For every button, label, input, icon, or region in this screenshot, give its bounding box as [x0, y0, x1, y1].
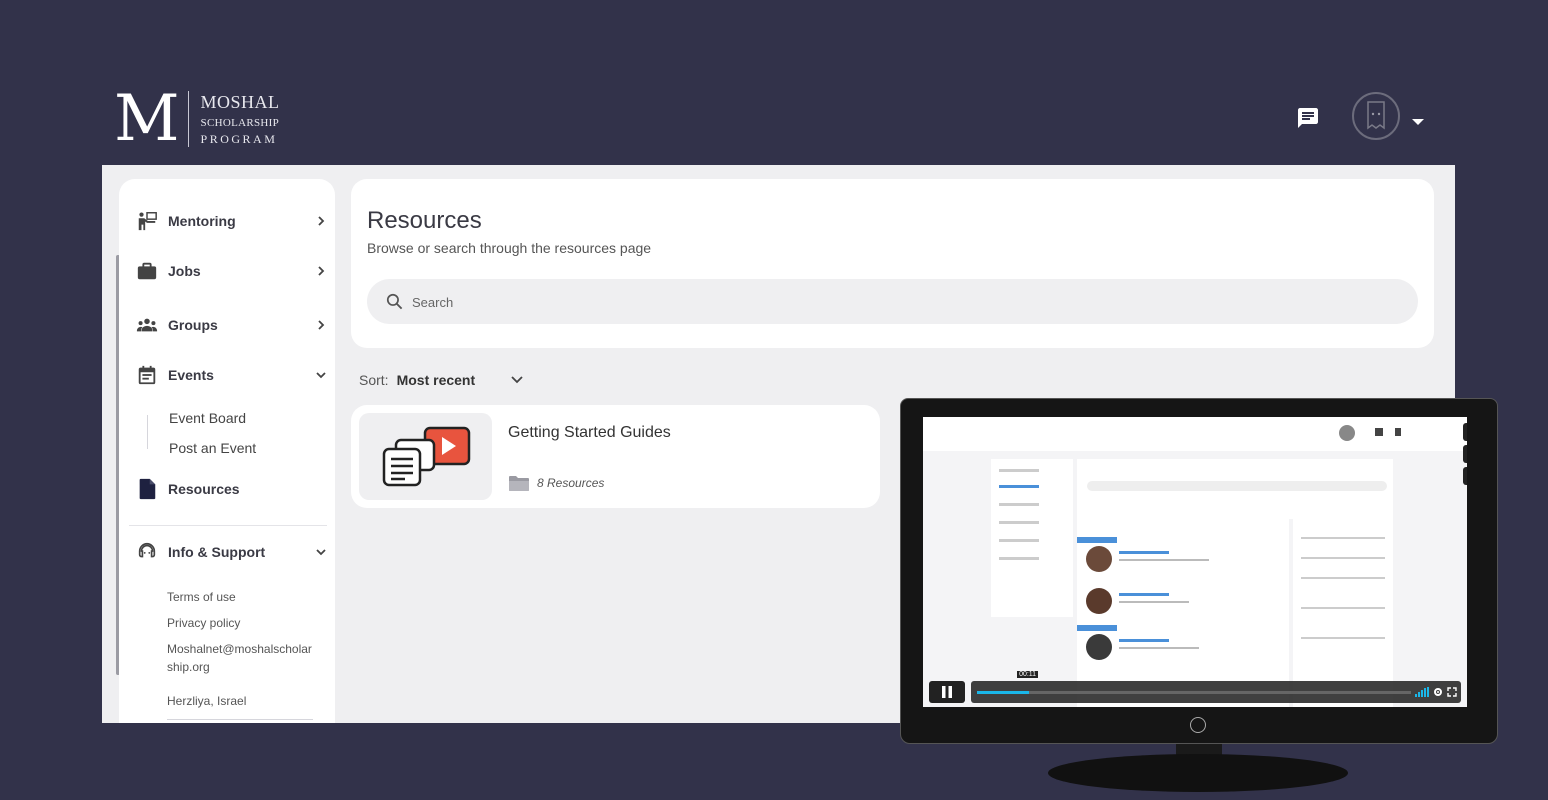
logo-text: MOSHAL SCHOLARSHIP PROGRAM — [201, 92, 280, 147]
logo-line-1: MOSHAL — [200, 91, 280, 112]
search-bar[interactable] — [367, 279, 1418, 326]
video-player[interactable]: 00:11 — [923, 417, 1467, 707]
resource-thumbnail — [359, 413, 492, 500]
time-tooltip: 00:11 — [1017, 671, 1039, 678]
sidebar-item-label: Mentoring — [168, 213, 236, 229]
video-progress-bar[interactable]: 00:11 — [971, 671, 1461, 703]
sidebar-item-events[interactable]: Events — [135, 361, 327, 389]
gear-icon[interactable] — [1433, 687, 1443, 697]
sidebar-subitem-post-event[interactable]: Post an Event — [169, 440, 256, 456]
pause-icon — [942, 686, 952, 698]
sort-label: Sort: — [359, 372, 389, 388]
contact-email-link[interactable]: Moshalnet@moshalscholarship.org — [167, 640, 317, 676]
sidebar-item-mentoring[interactable]: Mentoring — [135, 207, 327, 235]
chevron-down-icon[interactable] — [511, 376, 523, 384]
video-frame-preview — [923, 417, 1467, 707]
sort-select[interactable]: Most recent — [397, 372, 476, 388]
progress-track — [977, 691, 1411, 694]
monitor-bezel: 00:11 — [900, 398, 1498, 744]
video-document-icon — [382, 426, 471, 487]
briefcase-icon — [135, 259, 159, 283]
document-icon — [135, 477, 159, 501]
avatar-icon — [1367, 101, 1385, 130]
sidebar-item-label: Groups — [168, 317, 218, 333]
support-icon — [135, 540, 159, 564]
submenu-rule — [147, 415, 148, 449]
logo-mark: M — [114, 82, 180, 156]
demo-video-monitor: 00:11 — [900, 398, 1498, 794]
pause-button[interactable] — [929, 681, 965, 703]
chat-icon[interactable] — [1296, 106, 1320, 130]
resource-count: 8 Resources — [537, 476, 605, 490]
fullscreen-icon[interactable] — [1447, 687, 1457, 697]
sort-control[interactable]: Sort: Most recent — [359, 372, 523, 388]
avatar[interactable] — [1352, 92, 1400, 140]
folder-icon — [509, 476, 529, 491]
brand-logo[interactable]: M MOSHAL SCHOLARSHIP PROGRAM — [114, 82, 280, 156]
watch-later-button[interactable] — [1463, 445, 1467, 463]
like-button[interactable] — [1463, 423, 1467, 441]
sidebar: Mentoring Jobs Groups Events Event Board — [119, 179, 335, 723]
resource-card[interactable]: Getting Started Guides 8 Resources — [351, 405, 880, 508]
logo-divider — [187, 91, 189, 147]
sidebar-item-info-support[interactable]: Info & Support — [135, 538, 327, 566]
chevron-right-icon — [318, 216, 325, 226]
sidebar-item-jobs[interactable]: Jobs — [135, 257, 327, 285]
chevron-down-icon — [316, 549, 326, 556]
sidebar-item-resources[interactable]: Resources — [135, 475, 327, 503]
terms-link[interactable]: Terms of use — [167, 588, 317, 606]
privacy-link[interactable]: Privacy policy — [167, 614, 317, 632]
sidebar-bottom-rule — [167, 719, 313, 720]
sidebar-item-label: Resources — [168, 481, 240, 497]
account-menu-caret-icon[interactable] — [1411, 113, 1425, 131]
sidebar-item-groups[interactable]: Groups — [135, 311, 327, 339]
chevron-down-icon — [316, 372, 326, 379]
progress-fill — [977, 691, 1030, 694]
mentoring-icon — [135, 209, 159, 233]
logo-line-3: PROGRAM — [200, 131, 278, 146]
resources-header-card: Resources Browse or search through the r… — [351, 179, 1434, 348]
chevron-right-icon — [318, 266, 325, 276]
volume-icon[interactable] — [1415, 687, 1429, 697]
page-title: Resources — [367, 207, 482, 234]
monitor-stand — [1048, 754, 1348, 792]
page-subtitle: Browse or search through the resources p… — [367, 240, 652, 256]
monitor-power-button — [1190, 717, 1206, 733]
sidebar-item-label: Info & Support — [168, 544, 266, 560]
search-input[interactable] — [410, 279, 1394, 326]
location-text: Herzliya, Israel — [167, 694, 247, 708]
chevron-right-icon — [318, 320, 325, 330]
sidebar-divider — [129, 525, 327, 526]
resource-card-title: Getting Started Guides — [508, 424, 671, 441]
calendar-icon — [135, 363, 159, 387]
logo-line-2: SCHOLARSHIP — [200, 116, 280, 129]
sidebar-item-label: Events — [168, 367, 214, 383]
share-button[interactable] — [1463, 467, 1467, 485]
search-icon — [386, 293, 403, 310]
sidebar-item-label: Jobs — [168, 263, 201, 279]
sidebar-subitem-event-board[interactable]: Event Board — [169, 410, 246, 426]
groups-icon — [135, 313, 159, 337]
